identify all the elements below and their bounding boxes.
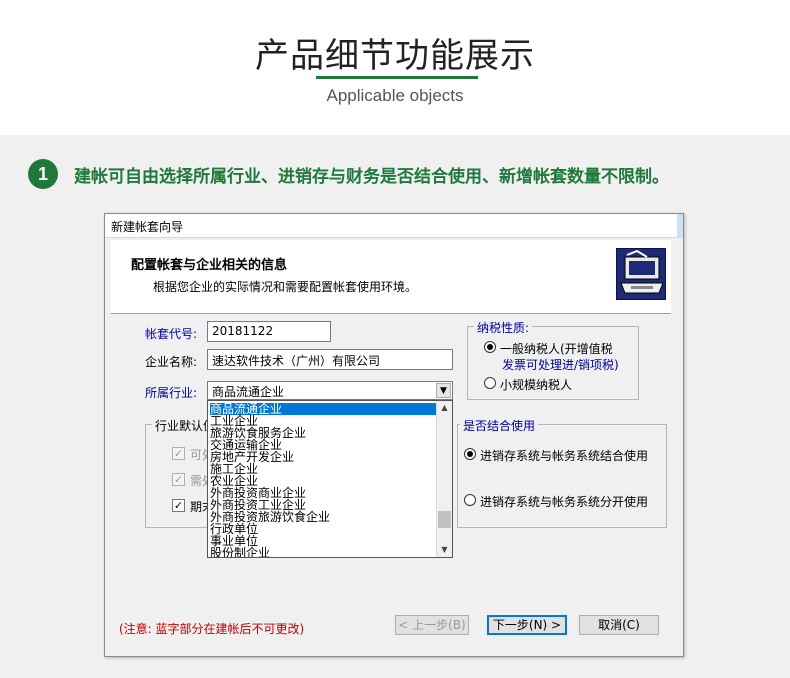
dropdown-scrollbar[interactable]: ▲ ▼ <box>436 401 452 557</box>
feature-text: 建帐可自由选择所属行业、进销存与财务是否结合使用、新增帐套数量不限制。 <box>74 166 669 187</box>
account-code-label: 帐套代号: <box>145 327 198 341</box>
title-underline <box>316 76 478 79</box>
tax-nature-group: 纳税性质: 一般纳税人(开增值税 发票可处理进/销项税) 小规模纳税人 <box>467 319 639 400</box>
combine-no-label[interactable]: 进销存系统与帐务系统分开使用 <box>480 493 648 510</box>
tax-general-label-line2: 发票可处理进/销项税) <box>502 358 619 372</box>
chevron-down-icon[interactable]: ▼ <box>436 383 451 398</box>
account-code-input[interactable]: 20181122 <box>207 321 331 342</box>
industry-dropdown-list[interactable]: 商品流通企业 工业企业 旅游饮食服务企业 交通运输企业 房地产开发企业 施工企业… <box>207 400 453 558</box>
scroll-up-icon[interactable]: ▲ <box>437 401 452 415</box>
company-name-input[interactable]: 速达软件技术（广州）有限公司 <box>207 349 453 370</box>
dialog-title: 新建帐套向导 <box>111 220 184 234</box>
company-name-label: 企业名称: <box>145 355 198 369</box>
industry-label: 所属行业: <box>145 386 198 400</box>
tax-general-label[interactable]: 一般纳税人(开增值税 <box>500 340 613 357</box>
feature-number-badge: 1 <box>28 159 58 189</box>
new-account-wizard-dialog: 新建帐套向导 配置帐套与企业相关的信息 根据您企业的实际情况和需要配置帐套使用环… <box>104 213 684 657</box>
prev-button[interactable]: < 上一步(B) <box>395 615 469 635</box>
combine-usage-group: 是否结合使用 进销存系统与帐务系统结合使用 进销存系统与帐务系统分开使用 <box>457 417 667 528</box>
combine-no-radio[interactable] <box>464 494 476 506</box>
titlebar-edge <box>677 214 683 238</box>
default-checkbox-2[interactable]: ✓ <box>172 473 185 486</box>
tax-group-title: 纳税性质: <box>474 319 533 336</box>
wizard-header-title: 配置帐套与企业相关的信息 <box>131 258 288 273</box>
default-checkbox-3[interactable]: ✓ <box>172 499 185 512</box>
feature-line: 1 建帐可自由选择所属行业、进销存与财务是否结合使用、新增帐套数量不限制。 <box>28 158 669 190</box>
scroll-down-icon[interactable]: ▼ <box>437 543 452 557</box>
page-subtitle: Applicable objects <box>326 86 464 105</box>
scrollbar-thumb[interactable] <box>438 511 451 528</box>
combine-group-title: 是否结合使用 <box>460 417 539 434</box>
industry-option[interactable]: 股份制企业 <box>210 547 270 557</box>
combine-yes-radio[interactable] <box>464 448 476 460</box>
dialog-titlebar[interactable]: 新建帐套向导 <box>105 214 683 238</box>
industry-select-value: 商品流通企业 <box>212 385 285 399</box>
tax-small-label[interactable]: 小规模纳税人 <box>500 376 572 393</box>
wizard-computer-icon <box>616 248 666 300</box>
wizard-header: 配置帐套与企业相关的信息 根据您企业的实际情况和需要配置帐套使用环境。 <box>111 240 671 314</box>
default-checkbox-1[interactable]: ✓ <box>172 447 185 460</box>
combine-yes-label[interactable]: 进销存系统与帐务系统结合使用 <box>480 447 648 464</box>
industry-select[interactable]: 商品流通企业 ▼ <box>207 381 453 400</box>
wizard-header-subtitle: 根据您企业的实际情况和需要配置帐套使用环境。 <box>153 280 418 294</box>
tax-small-radio[interactable] <box>484 377 496 389</box>
next-button[interactable]: 下一步(N) > <box>487 615 567 635</box>
note-text: (注意: 蓝字部分在建帐后不可更改) <box>119 622 305 636</box>
tax-general-radio[interactable] <box>484 341 496 353</box>
cancel-button[interactable]: 取消(C) <box>579 615 659 635</box>
page-header: 产品细节功能展示 Applicable objects <box>0 0 790 135</box>
page-title: 产品细节功能展示 <box>255 36 535 76</box>
